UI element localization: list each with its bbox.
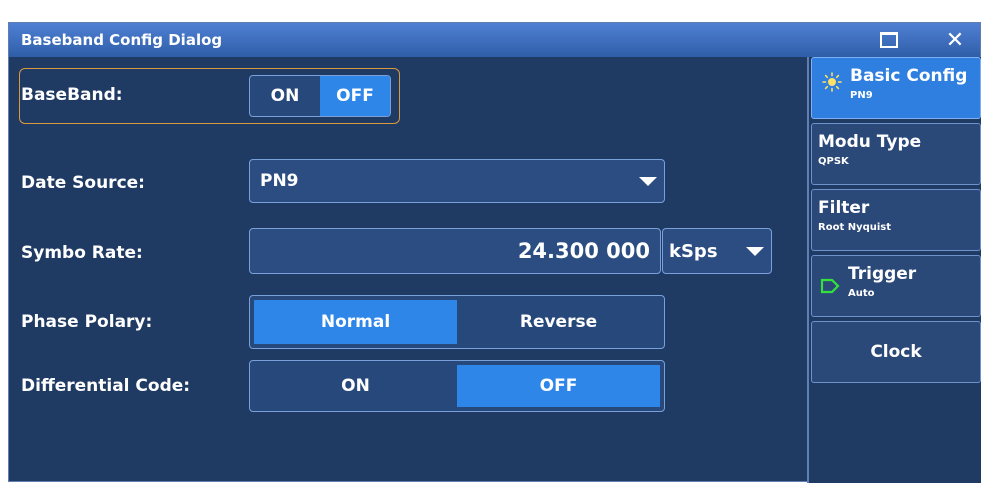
symbol-rate-unit-dropdown[interactable]: kSps — [662, 228, 772, 274]
maximize-button[interactable] — [875, 28, 903, 52]
sidebar-item-clock[interactable]: Clock — [811, 321, 981, 383]
symbol-rate-input[interactable]: 24.300 000 — [249, 228, 661, 274]
phase-polarity-label: Phase Polary: — [21, 312, 153, 332]
baseband-label: BaseBand: — [21, 85, 123, 105]
sidebar-item-subtitle: Root Nyquist — [818, 222, 892, 233]
sidebar-item-subtitle: Auto — [848, 288, 875, 299]
settings-panel: BaseBand: ON OFF Date Source: PN9 Symbo … — [9, 57, 807, 483]
sidebar-item-subtitle: QPSK — [818, 156, 849, 167]
differential-on-option[interactable]: ON — [254, 365, 457, 407]
sidebar-item-trigger[interactable]: Trigger Auto — [811, 255, 981, 317]
phase-polarity-toggle[interactable]: Normal Reverse — [249, 295, 665, 349]
close-button[interactable]: ✕ — [941, 27, 969, 53]
baseband-config-dialog: Baseband Config Dialog ✕ BaseBand: ON OF… — [8, 22, 981, 483]
maximize-icon — [880, 32, 898, 48]
data-source-label: Date Source: — [21, 173, 145, 193]
data-source-value: PN9 — [260, 171, 299, 191]
baseband-on-option[interactable]: ON — [250, 76, 320, 116]
chevron-down-icon — [746, 247, 764, 256]
sidebar-item-basic-config[interactable]: Basic Config PN9 — [811, 57, 981, 119]
sidebar-item-title: Modu Type — [818, 132, 922, 152]
config-sidebar: Basic Config PN9 Modu Type QPSK Filter R… — [807, 57, 981, 483]
sidebar-item-title: Filter — [818, 198, 870, 218]
sidebar-item-modu-type[interactable]: Modu Type QPSK — [811, 123, 981, 185]
trigger-tag-icon — [820, 278, 840, 298]
sidebar-item-title: Trigger — [848, 264, 917, 284]
baseband-toggle[interactable]: ON OFF — [249, 75, 391, 117]
differential-code-toggle[interactable]: ON OFF — [249, 360, 665, 412]
sidebar-item-subtitle: PN9 — [850, 90, 873, 101]
sun-icon — [822, 72, 842, 96]
symbol-rate-unit: kSps — [669, 240, 718, 262]
data-source-dropdown[interactable]: PN9 — [249, 159, 665, 203]
sidebar-item-title: Basic Config — [850, 66, 968, 86]
close-icon: ✕ — [945, 27, 965, 53]
phase-normal-option[interactable]: Normal — [254, 300, 457, 344]
phase-reverse-option[interactable]: Reverse — [457, 300, 660, 344]
symbol-rate-label: Symbo Rate: — [21, 243, 143, 263]
differential-code-label: Differential Code: — [21, 376, 191, 396]
differential-off-option[interactable]: OFF — [457, 365, 660, 407]
baseband-off-option[interactable]: OFF — [320, 76, 390, 116]
dialog-title: Baseband Config Dialog — [21, 31, 223, 49]
title-bar[interactable]: Baseband Config Dialog ✕ — [9, 23, 980, 57]
chevron-down-icon — [639, 177, 657, 186]
sidebar-item-filter[interactable]: Filter Root Nyquist — [811, 189, 981, 251]
symbol-rate-value: 24.300 000 — [517, 239, 650, 263]
sidebar-item-title: Clock — [870, 342, 922, 362]
